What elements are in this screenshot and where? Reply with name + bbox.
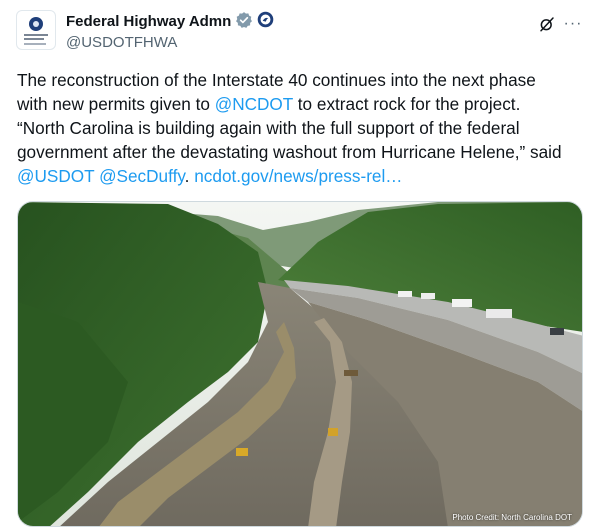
- author-name-row: Federal Highway Admn: [66, 11, 274, 34]
- mention-ncdot[interactable]: @NCDOT: [215, 94, 293, 114]
- account-handle[interactable]: @USDOTFHWA: [66, 34, 177, 52]
- press-release-link[interactable]: ncdot.gov/news/press-rel…: [194, 166, 402, 186]
- more-options-button[interactable]: ···: [562, 13, 584, 35]
- mention-secduffy[interactable]: @SecDuffy: [99, 166, 185, 186]
- gorge-aerial-photo: [18, 202, 582, 526]
- mention-usdot[interactable]: @USDOT: [17, 166, 94, 186]
- tweet-photo[interactable]: Photo Credit: North Carolina DOT: [17, 201, 583, 527]
- verified-badge-icon[interactable]: [235, 11, 253, 34]
- grok-icon[interactable]: [536, 13, 558, 35]
- tweet-text: The reconstruction of the Interstate 40 …: [17, 68, 585, 188]
- tweet-card: Federal Highway Admn @USDOTFHWA ··· The …: [0, 0, 598, 529]
- avatar[interactable]: [16, 10, 56, 50]
- photo-credit: Photo Credit: North Carolina DOT: [452, 513, 572, 522]
- dot-seal-logo: [29, 17, 43, 31]
- tweet-line: government after the devastating washout…: [17, 142, 562, 162]
- display-name[interactable]: Federal Highway Admn: [66, 12, 231, 32]
- tweet-line: “North Carolina is building again with t…: [17, 118, 520, 138]
- tweet-line: The reconstruction of the Interstate 40 …: [17, 70, 536, 90]
- dot-affiliate-badge-icon[interactable]: [257, 11, 274, 33]
